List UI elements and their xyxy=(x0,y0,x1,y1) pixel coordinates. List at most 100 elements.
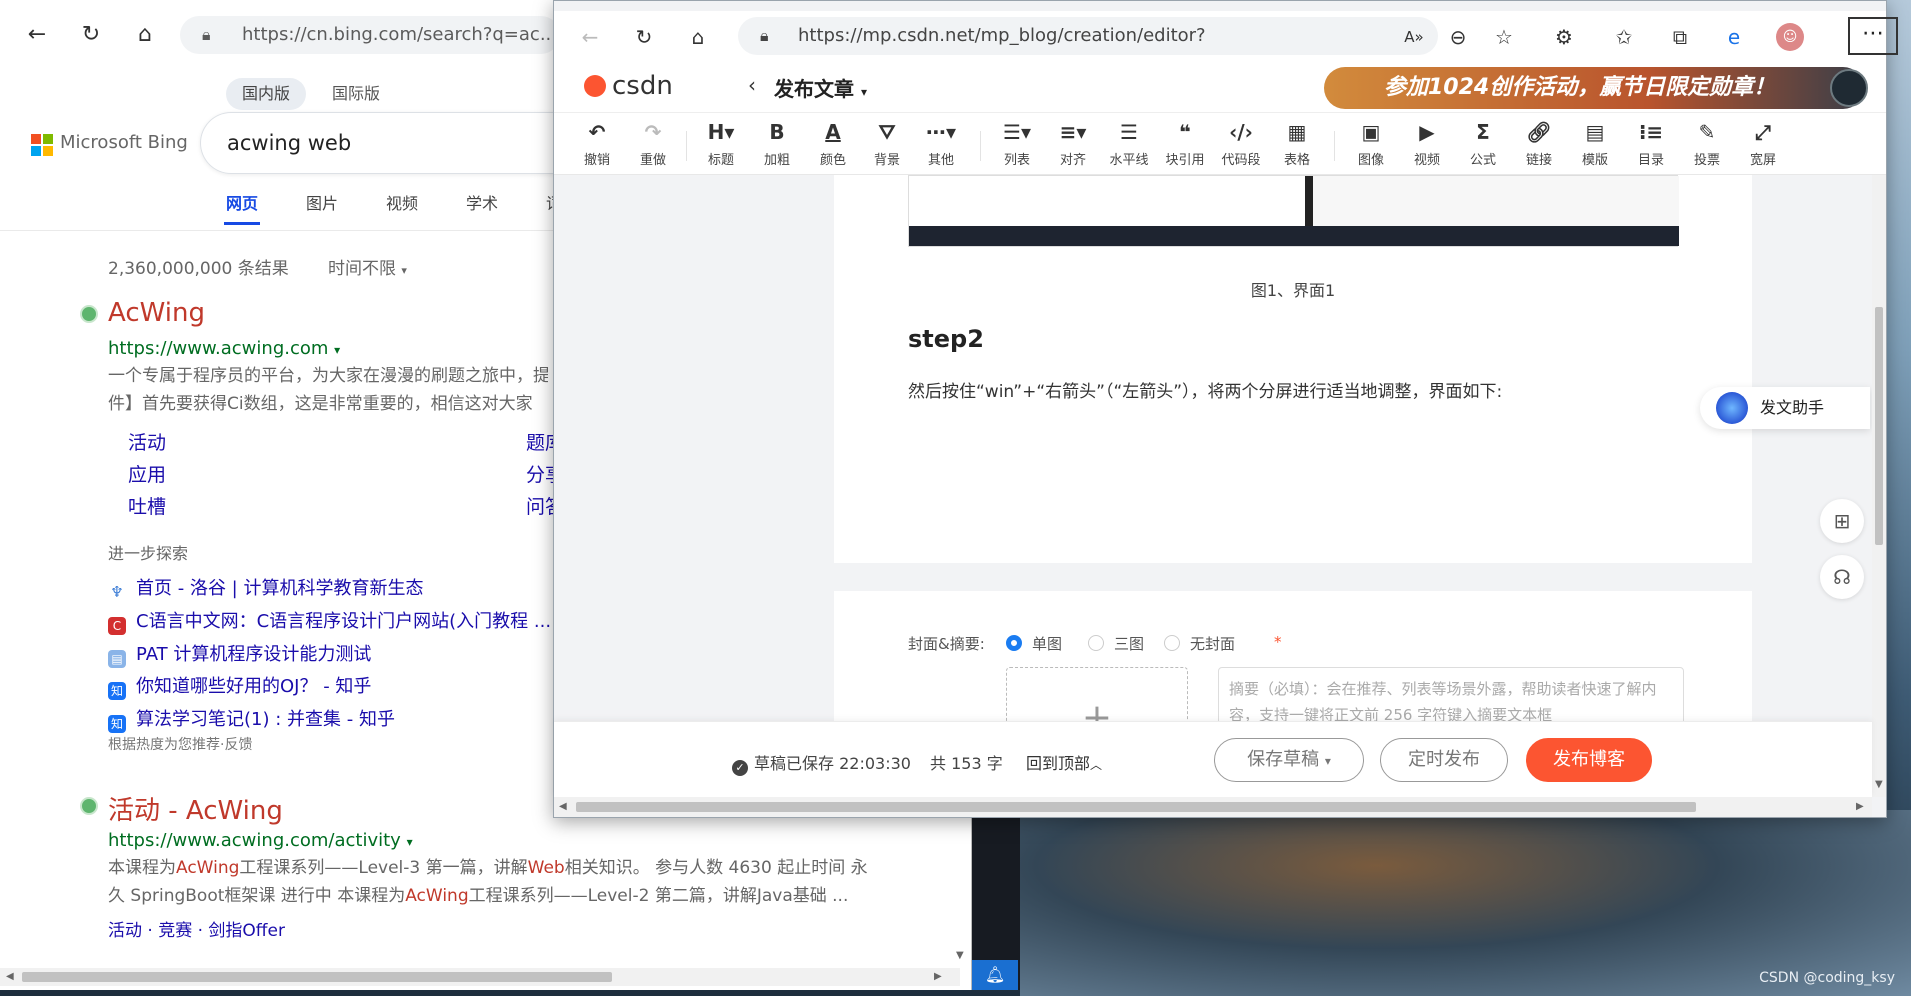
publish-button[interactable]: 发布博客 xyxy=(1526,738,1652,782)
link-button[interactable]: 🔗︎ 链接 xyxy=(1512,119,1566,168)
bold-button[interactable]: B 加粗 xyxy=(750,119,804,168)
read-aloud-icon[interactable]: A» xyxy=(1400,23,1428,51)
deep-link[interactable]: 吐槽 xyxy=(128,492,166,519)
vote-button[interactable]: ✎ 投票 xyxy=(1680,119,1734,168)
add-favorite-icon[interactable]: ☆ xyxy=(1490,23,1518,51)
list-button[interactable]: ☰▾ 列表 xyxy=(990,119,1044,168)
quote-icon: ❝ xyxy=(1179,120,1191,144)
tab-academic[interactable]: 学术 xyxy=(466,190,498,214)
back-to-top-link[interactable]: 回到顶部︿ xyxy=(1026,750,1102,774)
schedule-publish-button[interactable]: 定时发布 xyxy=(1380,738,1508,782)
font-color-button[interactable]: A 颜色 xyxy=(806,119,860,168)
region-tab-domestic[interactable]: 国内版 xyxy=(226,78,307,110)
radio-label: 三图 xyxy=(1114,635,1145,653)
refresh-icon[interactable]: ↻ xyxy=(630,23,658,51)
collections-icon[interactable]: ⧉ xyxy=(1666,23,1694,51)
scroll-down-icon[interactable]: ▼ xyxy=(956,950,964,961)
horizontal-rule-button[interactable]: ☰ 水平线 xyxy=(1102,119,1156,168)
code-block-button[interactable]: ‹/› 代码段 xyxy=(1214,119,1268,168)
scrollbar-thumb[interactable] xyxy=(1875,307,1883,545)
result-title[interactable]: AcWing xyxy=(108,298,205,328)
horizontal-scrollbar[interactable]: ◀ ▶ xyxy=(0,968,960,986)
widescreen-button[interactable]: ⤢ 宽屏 xyxy=(1736,119,1790,168)
page-title-dropdown[interactable]: 发布文章 ▾ xyxy=(774,73,867,102)
scroll-down-icon[interactable]: ▼ xyxy=(1875,779,1883,790)
tab-web[interactable]: 网页 xyxy=(226,190,258,214)
scrollbar-thumb[interactable] xyxy=(22,972,612,982)
undo-button[interactable]: ↶ 撤销 xyxy=(570,119,624,168)
time-filter-dropdown[interactable]: 时间不限 ▾ xyxy=(328,254,407,279)
explore-link[interactable]: C C语言中文网：C语言程序设计门户网站(入门教程 ... xyxy=(108,607,551,635)
event-banner[interactable]: 参加1024创作活动，赢节日限定勋章！ xyxy=(1324,67,1868,109)
align-button[interactable]: ≡▾ 对齐 xyxy=(1046,119,1100,168)
video-button[interactable]: ▶ 视频 xyxy=(1400,119,1454,168)
summary-textarea[interactable]: 摘要（必填）：会在推荐、列表等场景外露，帮助读者快速了解内容，支持一键将正文前 … xyxy=(1218,667,1684,721)
vertical-scrollbar[interactable]: ▼ xyxy=(1872,175,1886,797)
bing-address-bar[interactable]: 🔒︎ https://cn.bing.com/search?q=ac... xyxy=(180,16,560,54)
qrcode-icon[interactable]: ⊞ xyxy=(1820,499,1864,543)
save-draft-button[interactable]: 保存草稿 ▾ xyxy=(1214,738,1364,782)
extensions-icon[interactable]: ⚙ xyxy=(1550,23,1578,51)
editor-content-area: 图1、界面1 step2 然后按住“win”+“右箭头”（“左箭头”），将两个分… xyxy=(554,175,1872,721)
image-icon: ▣ xyxy=(1361,120,1381,144)
radio-unchecked-icon xyxy=(1164,635,1180,651)
edge-icon[interactable]: e xyxy=(1720,23,1748,51)
bing-logo-text[interactable]: Microsoft Bing xyxy=(60,132,188,153)
back-icon[interactable]: ← xyxy=(22,20,52,50)
profile-avatar[interactable]: ☺ xyxy=(1776,23,1804,51)
deep-link[interactable]: 应用 xyxy=(128,460,166,487)
result-url[interactable]: https://www.acwing.com/activity ▾ xyxy=(108,830,413,851)
explore-link[interactable]: 知算法学习笔记(1) : 并查集 - 知乎 xyxy=(108,705,395,733)
toc-button[interactable]: ⁝≡ 目录 xyxy=(1624,119,1678,168)
cover-upload-button[interactable]: + xyxy=(1006,667,1188,721)
scroll-left-icon[interactable]: ◀ xyxy=(6,971,14,982)
tab-images[interactable]: 图片 xyxy=(306,190,338,214)
refresh-icon[interactable]: ↻ xyxy=(76,20,106,50)
notification-bell-icon[interactable]: 🔔︎ xyxy=(972,960,1018,990)
plus-icon: + xyxy=(1081,697,1113,721)
user-avatar[interactable] xyxy=(1830,69,1868,107)
template-button[interactable]: ▤ 模版 xyxy=(1568,119,1622,168)
redo-button[interactable]: ↷ 重做 xyxy=(626,119,680,168)
radio-no-cover[interactable]: 无封面 xyxy=(1164,633,1235,654)
heading-button[interactable]: H▾ 标题 xyxy=(694,119,748,168)
scroll-right-icon[interactable]: ▶ xyxy=(934,971,942,982)
result-title[interactable]: 活动 - AcWing xyxy=(108,790,283,827)
home-icon[interactable]: ⌂ xyxy=(684,23,712,51)
radio-three-cover[interactable]: 三图 xyxy=(1088,633,1144,654)
formula-button[interactable]: Σ 公式 xyxy=(1456,119,1510,168)
csdn-address-bar[interactable]: 🔒︎ https://mp.csdn.net/mp_blog/creation/… xyxy=(738,17,1438,84)
deep-link[interactable]: 活动 xyxy=(128,428,166,455)
background-color-button[interactable]: ⛛ 背景 xyxy=(860,119,914,168)
radio-single-cover[interactable]: 单图 xyxy=(1006,633,1062,654)
more-options-icon[interactable]: ⋯ xyxy=(1848,17,1898,55)
scroll-left-icon[interactable]: ◀ xyxy=(559,801,567,812)
result-deep-links[interactable]: 活动 · 竞赛 · 剑指Offer xyxy=(108,916,285,941)
explore-link[interactable]: ▤ PAT 计算机程序设计能力测试 xyxy=(108,640,371,668)
back-icon[interactable]: ← xyxy=(576,23,604,51)
back-chevron-icon[interactable]: ‹ xyxy=(748,73,756,97)
tool-label: 图像 xyxy=(1357,153,1384,168)
image-button[interactable]: ▣ 图像 xyxy=(1344,119,1398,168)
favorites-icon[interactable]: ✩ xyxy=(1610,23,1638,51)
headset-icon[interactable]: ☊ xyxy=(1820,555,1864,599)
explore-link[interactable]: ♆ 首页 - 洛谷 | 计算机科学教育新生态 xyxy=(108,574,423,601)
tool-label: 模版 xyxy=(1581,153,1608,168)
region-tab-international[interactable]: 国际版 xyxy=(316,78,396,110)
explore-link[interactable]: 知你知道哪些好用的OJ？ - 知乎 xyxy=(108,672,371,700)
table-button[interactable]: ▦ 表格 xyxy=(1270,119,1324,168)
zoom-out-icon[interactable]: ⊖ xyxy=(1444,23,1472,51)
tool-label: 代码段 xyxy=(1221,153,1261,168)
tab-videos[interactable]: 视频 xyxy=(386,190,418,214)
section-heading: step2 xyxy=(908,325,984,353)
horizontal-scrollbar[interactable]: ◀ ▶ xyxy=(554,797,1872,817)
more-format-button[interactable]: ⋯▾ 其他 xyxy=(914,119,968,168)
writing-assistant-button[interactable]: 发文助手 xyxy=(1700,387,1870,429)
scrollbar-thumb[interactable] xyxy=(576,802,1696,812)
scroll-right-icon[interactable]: ▶ xyxy=(1856,801,1864,812)
csdn-logo[interactable]: csdn xyxy=(584,71,673,101)
home-icon[interactable]: ⌂ xyxy=(130,20,160,50)
result-url[interactable]: https://www.acwing.com ▾ xyxy=(108,338,340,359)
article-body[interactable]: 图1、界面1 step2 然后按住“win”+“右箭头”（“左箭头”），将两个分… xyxy=(834,175,1752,563)
blockquote-button[interactable]: ❝ 块引用 xyxy=(1158,119,1212,168)
